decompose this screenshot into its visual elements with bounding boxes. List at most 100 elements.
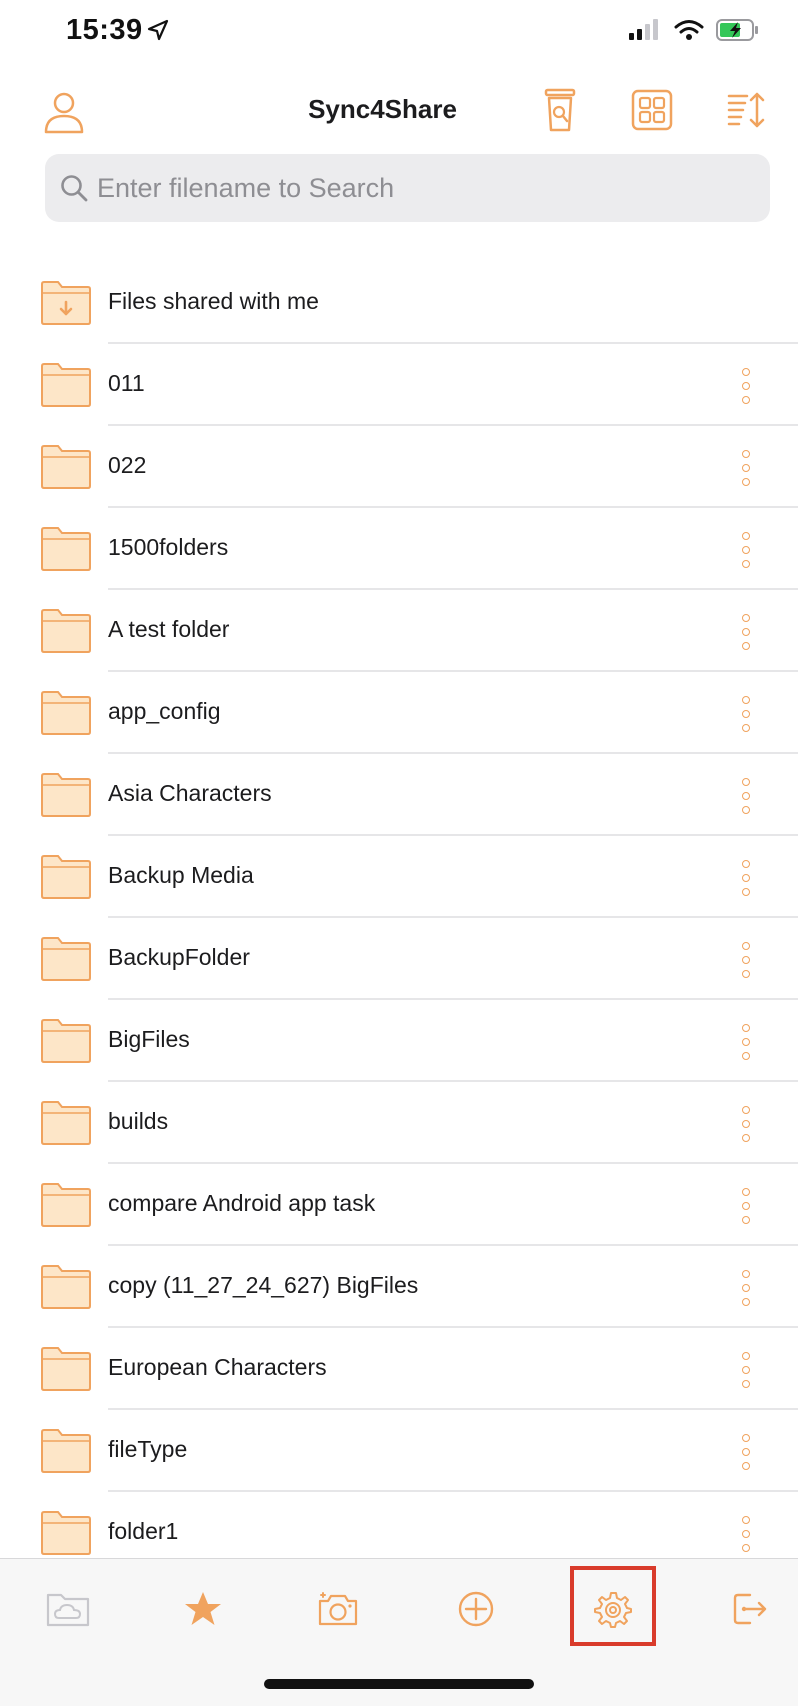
sort-icon bbox=[727, 92, 765, 128]
folder-row[interactable]: BackupFolder bbox=[0, 918, 798, 1000]
tab-favorites[interactable] bbox=[175, 1581, 231, 1637]
folder-row[interactable]: A test folder bbox=[0, 590, 798, 672]
folder-icon bbox=[41, 363, 91, 407]
more-dot bbox=[742, 1202, 750, 1210]
more-dot bbox=[742, 956, 750, 964]
folder-row[interactable]: fileType bbox=[0, 1410, 798, 1492]
more-dot bbox=[742, 1462, 750, 1470]
folder-row[interactable]: BigFiles bbox=[0, 1000, 798, 1082]
grid-view-button[interactable] bbox=[630, 86, 674, 134]
more-options-button[interactable] bbox=[734, 776, 758, 816]
folder-name: A test folder bbox=[108, 616, 230, 642]
more-dot bbox=[742, 1106, 750, 1114]
more-dot bbox=[742, 1120, 750, 1128]
more-dot bbox=[742, 1448, 750, 1456]
trash-search-icon bbox=[544, 88, 576, 132]
more-dot bbox=[742, 1366, 750, 1374]
folder-row[interactable]: 011 bbox=[0, 344, 798, 426]
home-indicator bbox=[264, 1679, 534, 1689]
tab-camera[interactable] bbox=[310, 1581, 366, 1637]
app-title: Sync4Share bbox=[308, 94, 457, 124]
more-options-button[interactable] bbox=[734, 1022, 758, 1062]
folder-row[interactable]: Asia Characters bbox=[0, 754, 798, 836]
more-dot bbox=[742, 1516, 750, 1524]
more-options-button[interactable] bbox=[734, 1186, 758, 1226]
more-options-button[interactable] bbox=[734, 612, 758, 652]
more-dot bbox=[742, 478, 750, 486]
more-dot bbox=[742, 1380, 750, 1388]
folder-name: 011 bbox=[108, 370, 145, 396]
folder-icon bbox=[41, 1265, 91, 1309]
folder-name: app_config bbox=[108, 698, 221, 724]
more-dot bbox=[742, 450, 750, 458]
folder-icon bbox=[41, 527, 91, 571]
tab-logout[interactable] bbox=[722, 1581, 778, 1637]
folder-name: 022 bbox=[108, 452, 147, 478]
folder-icon bbox=[41, 773, 91, 817]
folder-name: BackupFolder bbox=[108, 944, 250, 970]
folder-row[interactable]: European Characters bbox=[0, 1328, 798, 1410]
more-dot bbox=[742, 560, 750, 568]
status-time: 15:39 bbox=[66, 14, 143, 46]
recycle-bin-button[interactable] bbox=[538, 86, 582, 134]
more-options-button[interactable] bbox=[734, 858, 758, 898]
more-dot bbox=[742, 806, 750, 814]
folder-icon bbox=[41, 1347, 91, 1391]
more-dot bbox=[742, 888, 750, 896]
sort-button[interactable] bbox=[725, 86, 769, 134]
more-dot bbox=[742, 1544, 750, 1552]
more-dot bbox=[742, 1216, 750, 1224]
plus-circle-icon bbox=[458, 1591, 494, 1627]
shared-folder-row[interactable]: Files shared with me bbox=[0, 262, 798, 344]
grid-icon bbox=[631, 89, 673, 131]
folder-icon bbox=[41, 445, 91, 489]
folder-row[interactable]: app_config bbox=[0, 672, 798, 754]
more-dot bbox=[742, 614, 750, 622]
folder-row[interactable]: 1500folders bbox=[0, 508, 798, 590]
search-input[interactable] bbox=[97, 172, 737, 204]
more-dot bbox=[742, 1352, 750, 1360]
wifi-icon bbox=[674, 20, 704, 40]
more-dot bbox=[742, 1188, 750, 1196]
more-dot bbox=[742, 710, 750, 718]
more-options-button[interactable] bbox=[734, 530, 758, 570]
more-dot bbox=[742, 464, 750, 472]
cellular-signal-icon bbox=[629, 19, 658, 40]
file-list: Files shared with me 011 022 1500folders bbox=[0, 262, 798, 1558]
more-options-button[interactable] bbox=[734, 1104, 758, 1144]
more-options-button[interactable] bbox=[734, 694, 758, 734]
more-options-button[interactable] bbox=[734, 366, 758, 406]
folder-row[interactable]: copy (11_27_24_627) BigFiles bbox=[0, 1246, 798, 1328]
tab-cloud[interactable] bbox=[40, 1581, 96, 1637]
more-dot bbox=[742, 642, 750, 650]
folder-row[interactable]: 022 bbox=[0, 426, 798, 508]
folder-row[interactable]: builds bbox=[0, 1082, 798, 1164]
more-dot bbox=[742, 1270, 750, 1278]
tab-add[interactable] bbox=[448, 1581, 504, 1637]
more-dot bbox=[742, 1038, 750, 1046]
more-dot bbox=[742, 860, 750, 868]
more-dot bbox=[742, 792, 750, 800]
more-dot bbox=[742, 696, 750, 704]
more-dot bbox=[742, 628, 750, 636]
more-dot bbox=[742, 942, 750, 950]
location-arrow-icon bbox=[147, 19, 169, 41]
folder-row[interactable]: folder1 bbox=[0, 1492, 798, 1558]
more-options-button[interactable] bbox=[734, 940, 758, 980]
more-options-button[interactable] bbox=[734, 1432, 758, 1472]
cloud-folder-icon bbox=[46, 1593, 90, 1627]
folder-name: European Characters bbox=[108, 1354, 327, 1380]
more-options-button[interactable] bbox=[734, 1268, 758, 1308]
shared-folder-icon bbox=[41, 281, 91, 325]
folder-name: builds bbox=[108, 1108, 169, 1134]
more-options-button[interactable] bbox=[734, 1350, 758, 1390]
more-dot bbox=[742, 1434, 750, 1442]
folder-row[interactable]: compare Android app task bbox=[0, 1164, 798, 1246]
more-options-button[interactable] bbox=[734, 448, 758, 488]
more-dot bbox=[742, 382, 750, 390]
folder-name: Files shared with me bbox=[108, 288, 319, 314]
search-bar[interactable] bbox=[45, 154, 770, 222]
folder-row[interactable]: Backup Media bbox=[0, 836, 798, 918]
more-options-button[interactable] bbox=[734, 1514, 758, 1554]
folder-icon bbox=[41, 1429, 91, 1473]
